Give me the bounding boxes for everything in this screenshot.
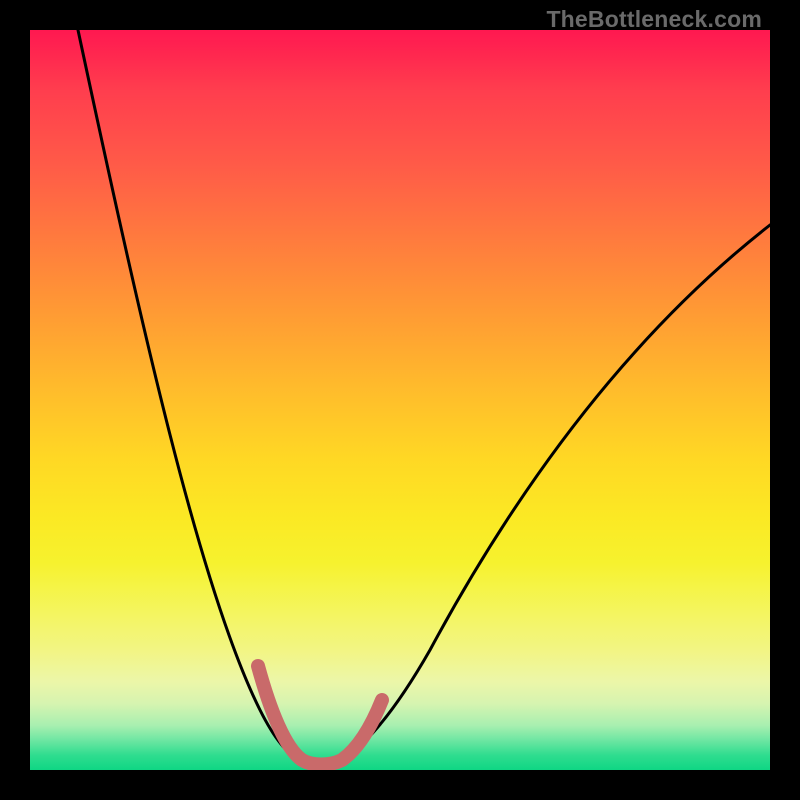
chart-svg [30,30,770,770]
chart-plot-area [30,30,770,770]
watermark-text: TheBottleneck.com [546,6,762,33]
curve-left-arm [78,30,300,760]
curve-right-arm [340,225,770,760]
curve-valley-highlight [258,666,382,765]
